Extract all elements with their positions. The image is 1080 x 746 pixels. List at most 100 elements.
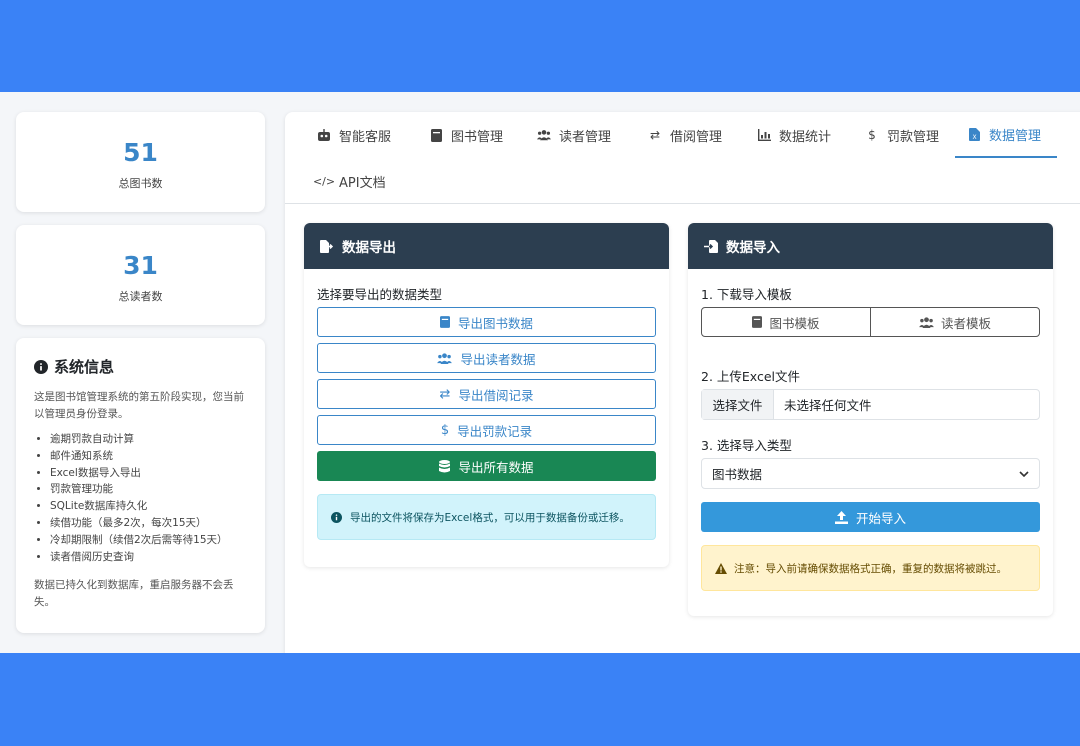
feature-list: 逾期罚款自动计算 邮件通知系统 Excel数据导入导出 罚款管理功能 SQLit…	[34, 431, 247, 565]
start-import-button[interactable]: 开始导入	[701, 502, 1040, 532]
export-books-button[interactable]: 导出图书数据	[317, 307, 656, 337]
system-info-title-text: 系统信息	[54, 358, 115, 376]
info-circle-icon	[34, 359, 48, 374]
button-label: 图书模板	[769, 315, 820, 331]
alert-text: 导出的文件将保存为Excel格式，可以用于数据备份或迁移。	[350, 511, 630, 524]
button-label: 导出借阅记录	[458, 387, 534, 403]
bottom-band	[0, 653, 1080, 746]
export-info-alert: 导出的文件将保存为Excel格式，可以用于数据备份或迁移。	[317, 494, 656, 540]
tab-label: 数据管理	[989, 128, 1042, 144]
stat-label: 总图书数	[118, 177, 163, 190]
tab-label: API文档	[339, 175, 386, 191]
book-icon	[429, 128, 443, 142]
list-item: 读者借阅历史查询	[50, 549, 247, 566]
tab-label: 读者管理	[559, 129, 612, 145]
button-label: 导出读者数据	[460, 351, 536, 367]
list-item: 邮件通知系统	[50, 448, 247, 465]
file-excel-icon: X	[967, 127, 981, 141]
users-icon	[919, 316, 934, 328]
import-panel: 数据导入 1. 下载导入模板 图书模板 读者模板 2. 上传Excel文件 选择…	[688, 223, 1053, 616]
select-value: 图书数据	[712, 467, 763, 482]
stat-card-books: 51 总图书数	[16, 112, 265, 212]
button-label: 导出所有数据	[458, 459, 534, 475]
export-fines-button[interactable]: $ 导出罚款记录	[317, 415, 656, 445]
tab-readers[interactable]: 读者管理	[525, 112, 623, 158]
export-borrowing-button[interactable]: ⇄ 导出借阅记录	[317, 379, 656, 409]
book-template-button[interactable]: 图书模板	[702, 308, 870, 336]
database-icon	[439, 459, 451, 472]
tab-label: 借阅管理	[670, 129, 723, 145]
stat-card-readers: 31 总读者数	[16, 225, 265, 325]
top-band	[0, 0, 1080, 92]
import-step3-label: 3. 选择导入类型	[701, 438, 792, 453]
import-warning-alert: 注意：导入前请确保数据格式正确，重复的数据将被跳过。	[701, 545, 1040, 591]
tab-fines[interactable]: $ 罚款管理	[853, 112, 951, 158]
button-label: 开始导入	[855, 510, 906, 526]
import-step1-label: 1. 下载导入模板	[701, 287, 792, 302]
file-status: 未选择任何文件	[784, 398, 872, 413]
users-icon	[437, 352, 453, 364]
template-button-group: 图书模板 读者模板	[701, 307, 1040, 337]
book-icon	[439, 316, 450, 328]
info-circle-icon	[331, 511, 342, 523]
system-info-footer: 数据已持久化到数据库，重启服务器不会丢失。	[34, 579, 234, 609]
button-label: 导出图书数据	[457, 315, 533, 331]
import-panel-header: 数据导入	[688, 223, 1053, 269]
export-prompt: 选择要导出的数据类型	[317, 287, 443, 302]
system-info-title: 系统信息	[34, 356, 247, 377]
list-item: 罚款管理功能	[50, 481, 247, 498]
choose-file-button[interactable]: 选择文件	[702, 390, 774, 419]
import-step2-label: 2. 上传Excel文件	[701, 369, 801, 384]
tab-books[interactable]: 图书管理	[417, 112, 515, 158]
tab-chatbot[interactable]: 智能客服	[305, 112, 403, 158]
tab-label: 数据统计	[779, 129, 832, 145]
button-label: 读者模板	[940, 315, 991, 331]
dollar-icon: $	[868, 128, 876, 142]
export-all-button[interactable]: 导出所有数据	[317, 451, 656, 481]
chart-icon	[757, 128, 771, 142]
tab-label: 智能客服	[339, 129, 392, 145]
stat-value: 31	[123, 251, 158, 280]
list-item: Excel数据导入导出	[50, 465, 247, 482]
code-icon: </>	[312, 174, 336, 188]
import-type-select[interactable]: 图书数据	[701, 458, 1040, 489]
list-item: 冷却期限制（续借2次后需等待15天）	[50, 532, 247, 549]
file-export-icon	[320, 239, 334, 253]
book-icon	[752, 316, 763, 328]
file-import-icon	[704, 239, 718, 253]
exchange-icon: ⇄	[439, 386, 451, 402]
warning-icon	[715, 562, 727, 574]
file-input[interactable]: 选择文件 未选择任何文件	[701, 389, 1040, 420]
list-item: SQLite数据库持久化	[50, 498, 247, 515]
system-info-desc: 这是图书馆管理系统的第五阶段实现，您当前以管理员身份登录。	[34, 391, 244, 420]
export-panel: 数据导出 选择要导出的数据类型 导出图书数据 导出读者数据 ⇄ 导出借阅记录 $…	[304, 223, 669, 567]
svg-text:X: X	[972, 134, 976, 141]
stat-value: 51	[123, 138, 158, 167]
list-item: 逾期罚款自动计算	[50, 431, 247, 448]
tab-statistics[interactable]: 数据统计	[745, 112, 843, 158]
chevron-down-icon	[1019, 470, 1029, 477]
dollar-icon: $	[440, 422, 450, 438]
export-panel-title: 数据导出	[342, 240, 396, 256]
tab-label: 罚款管理	[887, 129, 940, 145]
tab-bar: 智能客服 图书管理 读者管理 ⇄ 借阅管理 数据统计 $ 罚款管理 X 数据管理…	[285, 112, 1080, 204]
stat-label: 总读者数	[118, 290, 163, 303]
upload-icon	[834, 510, 848, 524]
robot-icon	[317, 128, 331, 142]
app-stage: 51 总图书数 31 总读者数 系统信息 这是图书馆管理系统的第五阶段实现，您当…	[0, 92, 1080, 653]
button-label: 导出罚款记录	[457, 423, 533, 439]
tab-api-docs[interactable]: </> API文档	[305, 158, 398, 204]
reader-template-button[interactable]: 读者模板	[870, 308, 1039, 336]
users-icon	[537, 128, 551, 142]
main-card: 智能客服 图书管理 读者管理 ⇄ 借阅管理 数据统计 $ 罚款管理 X 数据管理…	[285, 112, 1080, 653]
exchange-icon: ⇄	[649, 128, 661, 142]
export-panel-header: 数据导出	[304, 223, 669, 269]
export-readers-button[interactable]: 导出读者数据	[317, 343, 656, 373]
alert-text: 注意：导入前请确保数据格式正确，重复的数据将被跳过。	[734, 562, 1007, 575]
tab-borrowing[interactable]: ⇄ 借阅管理	[636, 112, 734, 158]
system-info-card: 系统信息 这是图书馆管理系统的第五阶段实现，您当前以管理员身份登录。 逾期罚款自…	[16, 338, 265, 633]
list-item: 续借功能（最多2次，每次15天）	[50, 515, 247, 532]
import-panel-title: 数据导入	[726, 240, 780, 256]
tab-label: 图书管理	[451, 129, 504, 145]
tab-data-management[interactable]: X 数据管理	[955, 112, 1057, 158]
